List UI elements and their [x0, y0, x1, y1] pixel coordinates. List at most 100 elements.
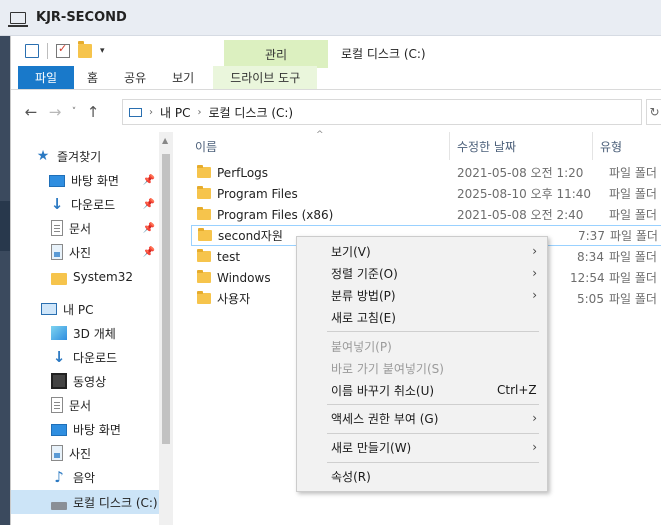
file-name: Program Files — [217, 186, 298, 201]
menu-item-paste-shortcut: 바로 가기 붙여넣기(S) — [297, 357, 547, 379]
pc-icon — [129, 107, 142, 117]
scrollbar-thumb[interactable] — [162, 154, 170, 444]
forward-arrow-icon[interactable]: → — [43, 100, 67, 124]
chevron-right-icon[interactable]: › — [149, 107, 153, 118]
tab-share[interactable]: 공유 — [111, 66, 159, 89]
breadcrumb-local-disk[interactable]: 로컬 디스크 (C:) — [208, 104, 293, 121]
table-row[interactable]: PerfLogs 2021-05-08 오전 1:20 파일 폴더 — [191, 162, 661, 183]
sidebar-item-label: 다운로드 — [73, 350, 118, 365]
sidebar-item-videos[interactable]: 동영상 — [11, 369, 159, 393]
computer-icon — [8, 11, 28, 27]
sidebar-item-desktop-pc[interactable]: 바탕 화면 — [11, 417, 159, 441]
sidebar-item-documents-pc[interactable]: 문서 — [11, 393, 159, 417]
folder-icon — [197, 249, 211, 262]
sidebar-item-pictures[interactable]: 사진 📌 — [11, 240, 159, 264]
download-icon: ↓ — [52, 348, 66, 366]
sidebar-item-label: 즐겨찾기 — [57, 149, 102, 164]
table-row[interactable]: Program Files 2025-08-10 오후 11:40 파일 폴더 — [191, 183, 661, 204]
menu-separator — [327, 331, 539, 332]
pin-icon: 📌 — [142, 246, 155, 258]
file-date: 5:05 — [577, 291, 604, 306]
drive-icon — [51, 502, 67, 510]
sidebar-item-label: 바탕 화면 — [73, 422, 121, 437]
pc-icon[interactable] — [25, 44, 39, 58]
remote-window-titlebar: KJR-SECOND — [0, 0, 661, 36]
table-row[interactable]: Program Files (x86) 2021-05-08 오전 2:40 파… — [191, 204, 661, 225]
sidebar-item-documents[interactable]: 문서 📌 — [11, 216, 159, 240]
column-header-name[interactable]: 이름 — [195, 138, 217, 156]
sidebar-item-downloads-pc[interactable]: ↓ 다운로드 — [11, 345, 159, 369]
sidebar-item-3d-objects[interactable]: 3D 개체 — [11, 321, 159, 345]
sidebar-item-music[interactable]: ♪ 음악 — [11, 465, 159, 489]
menu-item-sort-by[interactable]: 정렬 기준(O) › — [297, 262, 547, 284]
folder-icon — [197, 186, 211, 199]
file-name: Program Files (x86) — [217, 207, 334, 222]
music-icon: ♪ — [54, 468, 64, 486]
toolbar-divider — [47, 43, 48, 59]
menu-item-properties[interactable]: 속성(R) — [297, 465, 547, 487]
quick-access-toolbar: ▾ — [11, 36, 661, 66]
up-arrow-icon[interactable]: ↑ — [81, 100, 105, 124]
pin-icon: 📌 — [142, 174, 155, 186]
menu-item-label: 속성(R) — [331, 469, 371, 484]
column-header-type[interactable]: 유형 — [600, 138, 622, 156]
menu-item-view[interactable]: 보기(V) › — [297, 240, 547, 262]
tab-file[interactable]: 파일 — [18, 66, 74, 89]
tab-drive-tools[interactable]: 드라이브 도구 — [213, 66, 318, 89]
menu-item-new[interactable]: 새로 만들기(W) › — [297, 436, 547, 458]
column-divider[interactable] — [592, 132, 593, 160]
new-folder-icon[interactable] — [78, 41, 92, 58]
menu-item-label: 바로 가기 붙여넣기(S) — [331, 361, 444, 376]
navigation-pane-scrollbar[interactable]: ▲ — [159, 132, 173, 525]
back-arrow-icon[interactable]: ← — [19, 100, 43, 124]
sidebar-item-desktop[interactable]: 바탕 화면 📌 — [11, 168, 159, 192]
pc-icon — [41, 303, 57, 315]
menu-item-give-access[interactable]: 액세스 권한 부여 (G) › — [297, 407, 547, 429]
menu-item-group-by[interactable]: 분류 방법(P) › — [297, 284, 547, 306]
recent-locations-chevron-icon[interactable]: ˅ — [67, 100, 81, 124]
tab-home[interactable]: 홈 — [74, 66, 111, 89]
customize-toolbar-icon[interactable]: ▾ — [100, 46, 105, 56]
sidebar-item-label: 바탕 화면 — [71, 173, 119, 188]
pictures-icon — [51, 244, 63, 260]
chevron-right-icon[interactable]: › — [197, 107, 201, 118]
documents-icon — [51, 220, 63, 236]
column-divider[interactable] — [449, 132, 450, 160]
pictures-icon — [51, 445, 63, 461]
folder-icon — [197, 291, 211, 304]
sidebar-item-pictures-pc[interactable]: 사진 — [11, 441, 159, 465]
chevron-right-icon: › — [532, 440, 537, 454]
file-name: Windows — [217, 270, 271, 285]
tab-view[interactable]: 보기 — [159, 66, 207, 89]
context-menu: 보기(V) › 정렬 기준(O) › 분류 방법(P) › 새로 고침(E) 붙… — [296, 236, 548, 492]
sidebar-item-quick-access[interactable]: ★ 즐겨찾기 — [11, 144, 159, 168]
scroll-up-icon[interactable]: ▲ — [162, 136, 168, 145]
sidebar-item-system32[interactable]: System32 — [11, 265, 159, 289]
file-date: 8:34 — [577, 249, 604, 264]
documents-icon — [51, 397, 63, 413]
menu-item-label: 이름 바꾸기 취소(U) — [331, 383, 435, 398]
menu-item-undo-rename[interactable]: 이름 바꾸기 취소(U) Ctrl+Z — [297, 379, 547, 401]
desktop-icon — [49, 175, 65, 187]
address-bar[interactable]: › 내 PC › 로컬 디스크 (C:) — [122, 99, 642, 125]
manage-context-tab[interactable]: 관리 — [224, 40, 328, 68]
folder-icon — [197, 207, 211, 220]
sidebar-item-local-disk[interactable]: 로컬 디스크 (C:) — [11, 490, 159, 514]
menu-item-shortcut: Ctrl+Z — [497, 383, 537, 397]
navigation-bar: ← → ˅ ↑ › 내 PC › 로컬 디스크 (C:) ↻ — [11, 95, 661, 129]
breadcrumb-this-pc[interactable]: 내 PC — [160, 104, 190, 121]
sidebar-item-label: 내 PC — [63, 302, 94, 317]
file-type: 파일 폴더 — [609, 271, 657, 285]
file-type: 파일 폴더 — [609, 166, 657, 180]
properties-icon[interactable] — [56, 42, 70, 58]
menu-item-refresh[interactable]: 새로 고침(E) — [297, 306, 547, 328]
file-name: test — [217, 249, 241, 264]
sidebar-item-this-pc[interactable]: 내 PC — [11, 297, 159, 321]
sidebar-item-downloads[interactable]: ↓ 다운로드 📌 — [11, 192, 159, 216]
file-type: 파일 폴더 — [609, 187, 657, 201]
window-title: KJR-SECOND — [36, 10, 127, 25]
file-type: 파일 폴더 — [609, 292, 657, 306]
refresh-icon[interactable]: ↻ — [646, 99, 661, 125]
sidebar-item-label: 사진 — [69, 245, 92, 260]
column-header-modified[interactable]: 수정한 날짜 — [457, 138, 516, 156]
